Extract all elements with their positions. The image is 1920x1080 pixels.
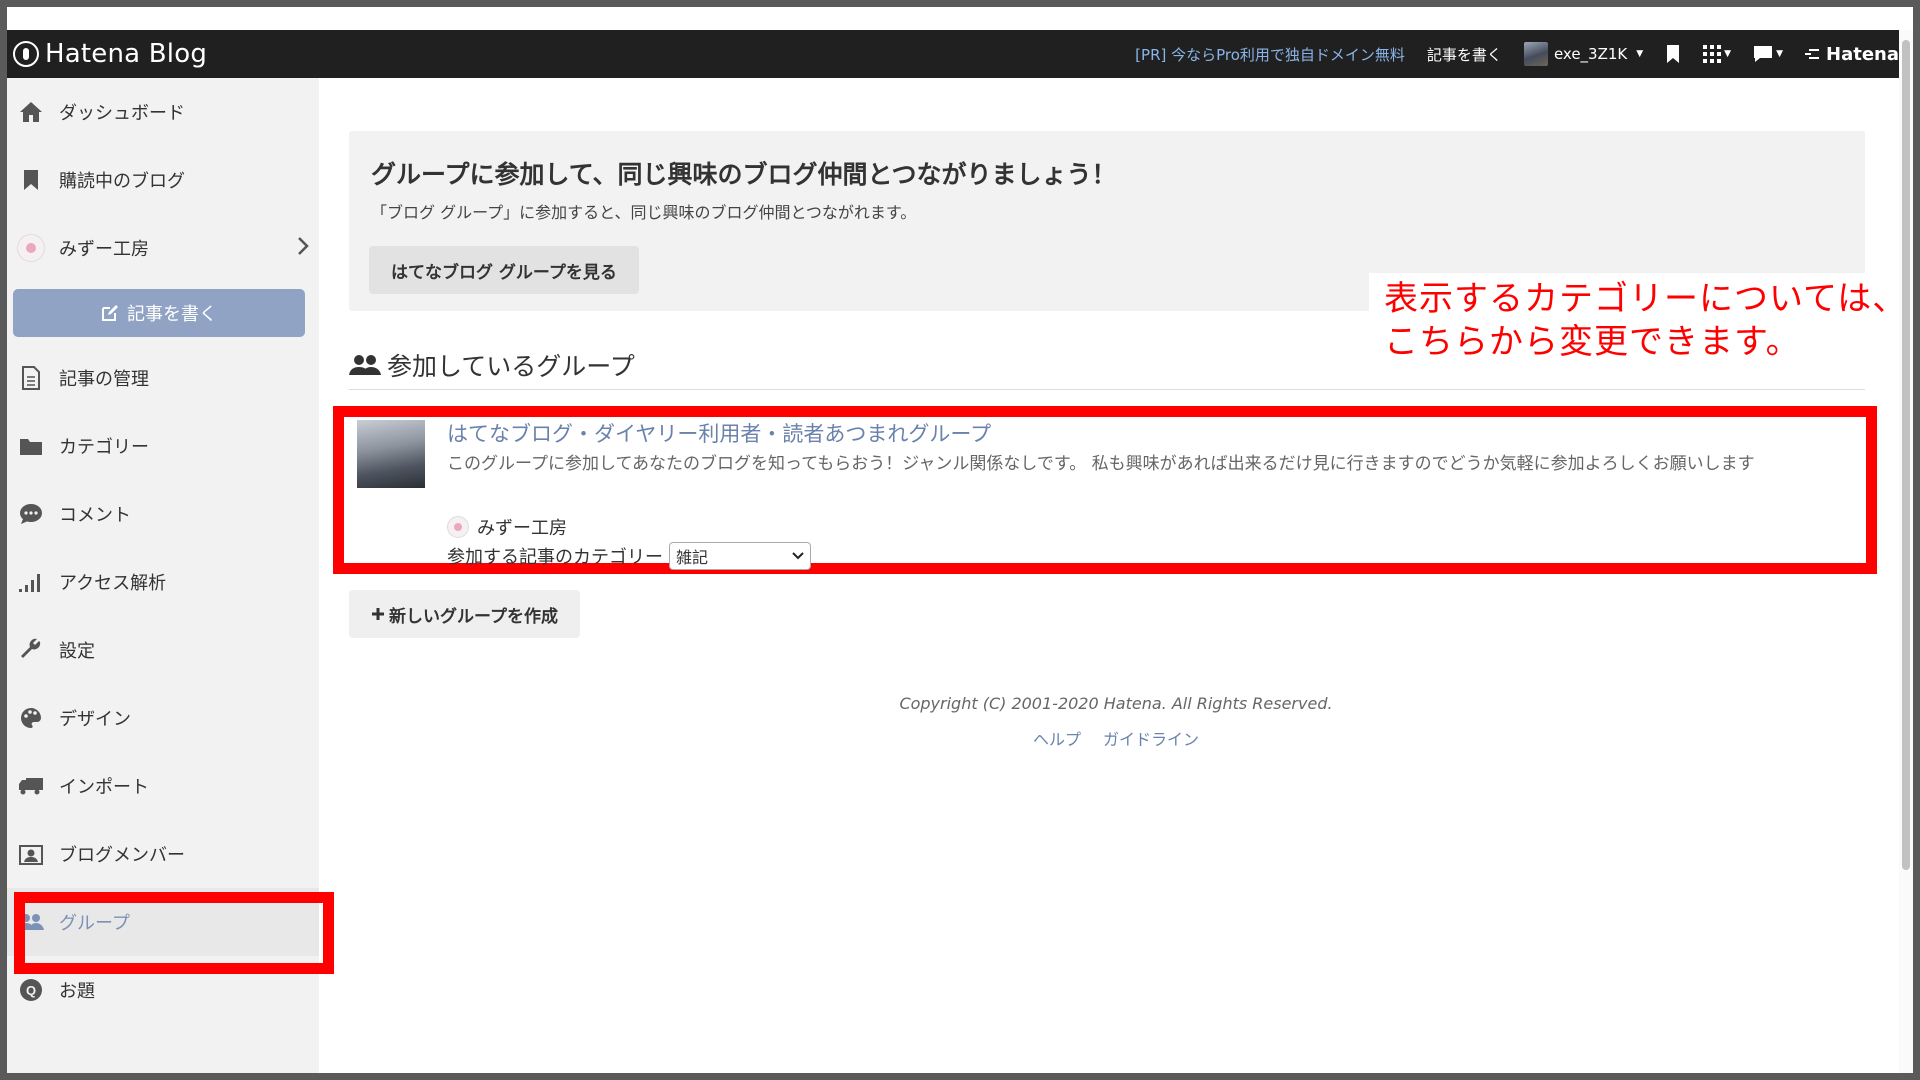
member-icon bbox=[17, 840, 45, 868]
frame-top bbox=[7, 7, 1913, 30]
edit-icon bbox=[102, 305, 118, 321]
joined-groups-heading: 参加しているグループ bbox=[349, 340, 1865, 390]
apps-grid-menu[interactable]: ▼ bbox=[1703, 45, 1731, 63]
promo-title: グループに参加して、同じ興味のブログ仲間とつながりましょう！ bbox=[371, 160, 1117, 189]
guideline-link[interactable]: ガイドライン bbox=[1103, 726, 1199, 750]
odai-icon: Q bbox=[17, 976, 45, 1004]
message-icon bbox=[1754, 46, 1773, 62]
annotation-line-1: 表示するカテゴリーについては、 bbox=[1384, 279, 1908, 319]
bookmark-icon[interactable] bbox=[1665, 44, 1681, 64]
chevron-right-icon bbox=[297, 236, 309, 261]
hatena-blog-logo[interactable]: Hatena Blog bbox=[13, 39, 207, 69]
category-select[interactable]: 雑記 bbox=[669, 542, 811, 570]
sidebar-item-label: 購読中のブログ bbox=[59, 171, 185, 192]
category-value: 雑記 bbox=[676, 548, 709, 567]
user-menu[interactable]: exe_3Z1K ▼ bbox=[1523, 42, 1644, 66]
sidebar-item-blog[interactable]: みずー工房 bbox=[7, 214, 319, 282]
scrollbar-thumb[interactable] bbox=[1902, 40, 1910, 870]
sidebar-item-design[interactable]: デザイン bbox=[7, 684, 319, 752]
sidebar-item-label: コメント bbox=[59, 505, 131, 526]
write-button-label: 記事を書く bbox=[127, 304, 217, 325]
section-title: 参加しているグループ bbox=[387, 351, 635, 381]
palette-icon bbox=[17, 704, 45, 732]
chevron-down-icon: ▼ bbox=[1776, 49, 1784, 59]
hatena-logo-icon bbox=[13, 41, 39, 67]
bookmark-icon bbox=[17, 166, 45, 194]
owner-avatar bbox=[447, 516, 469, 538]
write-article-button[interactable]: 記事を書く bbox=[13, 289, 305, 337]
top-nav-links: [PR] 今ならPro利用で独自ドメイン無料 記事を書く exe_3Z1K ▼ bbox=[1135, 30, 1899, 78]
wrench-icon bbox=[17, 636, 45, 664]
copyright: Copyright (C) 2001-2020 Hatena. All Righ… bbox=[899, 694, 1333, 713]
write-button-wrap: 記事を書く bbox=[7, 282, 319, 344]
group-description: このグループに参加してあなたのブログを知ってもらおう！ジャンル関係なしです。 私… bbox=[447, 454, 1755, 474]
sidebar-item-label: ダッシュボード bbox=[59, 103, 185, 124]
username: exe_3Z1K bbox=[1553, 45, 1628, 63]
highlight-box-sidebar bbox=[14, 892, 334, 974]
pr-link[interactable]: [PR] 今ならPro利用で独自ドメイン無料 bbox=[1135, 44, 1405, 65]
category-label: 参加する記事のカテゴリー bbox=[447, 547, 663, 568]
sidebar-item-label: 設定 bbox=[59, 641, 95, 662]
brand-name: Hatena Blog bbox=[45, 39, 208, 69]
sidebar-item-label: インポート bbox=[59, 777, 149, 798]
chevron-down-icon: ▼ bbox=[1724, 49, 1732, 59]
sidebar-item-label: カテゴリー bbox=[59, 437, 149, 458]
chevron-down-icon: ▼ bbox=[1636, 49, 1644, 59]
group-thumbnail[interactable] bbox=[357, 420, 425, 488]
help-link[interactable]: ヘルプ bbox=[1033, 726, 1081, 750]
sidebar-item-categories[interactable]: カテゴリー bbox=[7, 412, 319, 480]
sidebar-item-subscriptions[interactable]: 購読中のブログ bbox=[7, 146, 319, 214]
top-navigation-bar: Hatena Blog [PR] 今ならPro利用で独自ドメイン無料 記事を書く… bbox=[7, 30, 1913, 78]
sidebar-item-analytics[interactable]: アクセス解析 bbox=[7, 548, 319, 616]
view-groups-button[interactable]: はてなブログ グループを見る bbox=[369, 246, 639, 294]
promo-subtitle: 「ブログ グループ」に参加すると、同じ興味のブログ仲間とつながれます。 bbox=[371, 203, 917, 222]
create-group-button[interactable]: 新しいグループを作成 bbox=[349, 590, 580, 638]
sidebar-item-label: みずー工房 bbox=[59, 239, 149, 260]
create-group-label: 新しいグループを作成 bbox=[389, 606, 558, 627]
blog-avatar-icon bbox=[17, 234, 45, 262]
group-category-row: 参加する記事のカテゴリー 雑記 bbox=[447, 542, 811, 570]
sidebar-item-label: 記事の管理 bbox=[59, 369, 149, 390]
sidebar-item-dashboard[interactable]: ダッシュボード bbox=[7, 78, 319, 146]
hatena-link[interactable]: Hatena bbox=[1805, 44, 1899, 65]
sidebar-item-label: ブログメンバー bbox=[59, 845, 185, 866]
grid-icon bbox=[1703, 45, 1722, 63]
browser-frame: Hatena Blog [PR] 今ならPro利用で独自ドメイン無料 記事を書く… bbox=[7, 7, 1913, 1073]
chevron-down-icon bbox=[792, 552, 804, 560]
notifications-menu[interactable]: ▼ bbox=[1753, 45, 1783, 63]
main-content: グループに参加して、同じ興味のブログ仲間とつながりましょう！ 「ブログ グループ… bbox=[319, 78, 1913, 1073]
group-title-link[interactable]: はてなブログ・ダイヤリー利用者・読者あつまれグループ bbox=[447, 418, 991, 448]
hatena-label: Hatena bbox=[1826, 43, 1899, 65]
comment-icon bbox=[17, 500, 45, 528]
document-icon bbox=[17, 364, 45, 392]
user-avatar bbox=[1523, 42, 1548, 66]
svg-text:Q: Q bbox=[26, 983, 36, 998]
sidebar-item-label: アクセス解析 bbox=[59, 573, 167, 594]
sidebar-item-articles[interactable]: 記事の管理 bbox=[7, 344, 319, 412]
sidebar-item-settings[interactable]: 設定 bbox=[7, 616, 319, 684]
home-icon bbox=[17, 98, 45, 126]
group-owner[interactable]: みずー工房 bbox=[447, 514, 567, 540]
sidebar-item-label: お題 bbox=[59, 981, 95, 1002]
write-article-link[interactable]: 記事を書く bbox=[1427, 44, 1502, 65]
chart-icon bbox=[17, 568, 45, 596]
footer-links: ヘルプ ガイドライン bbox=[319, 726, 1913, 750]
group-icon bbox=[349, 354, 381, 375]
truck-icon bbox=[17, 772, 45, 800]
folder-icon bbox=[17, 432, 45, 460]
plus-icon bbox=[372, 608, 384, 620]
owner-name: みずー工房 bbox=[477, 518, 567, 539]
sidebar-item-label: デザイン bbox=[59, 709, 131, 730]
sidebar-item-comments[interactable]: コメント bbox=[7, 480, 319, 548]
sidebar-item-import[interactable]: インポート bbox=[7, 752, 319, 820]
vertical-scrollbar[interactable] bbox=[1899, 30, 1913, 1073]
sidebar-item-members[interactable]: ブログメンバー bbox=[7, 820, 319, 888]
hatena-mark-icon bbox=[1805, 49, 1820, 59]
